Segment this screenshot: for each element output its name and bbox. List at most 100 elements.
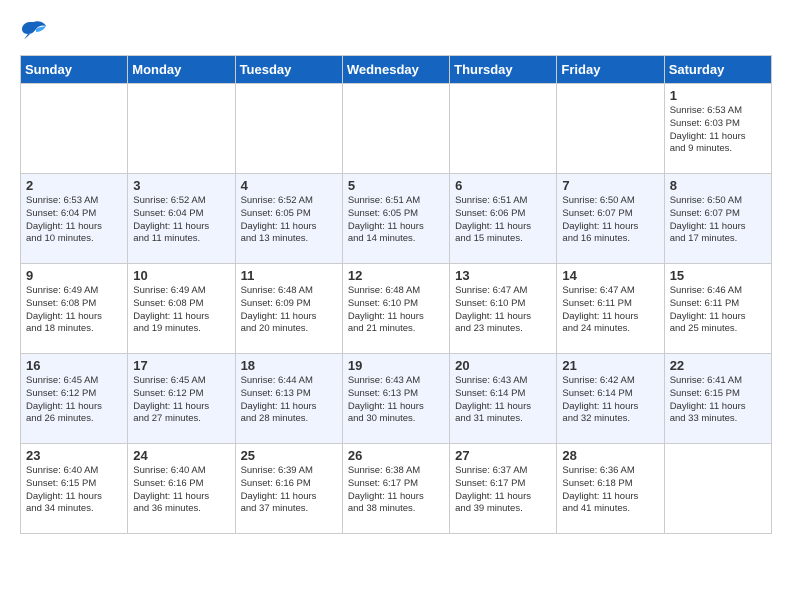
- calendar-cell: 14Sunrise: 6:47 AM Sunset: 6:11 PM Dayli…: [557, 264, 664, 354]
- cell-info: Sunrise: 6:49 AM Sunset: 6:08 PM Dayligh…: [133, 285, 229, 336]
- calendar-cell: 5 Sunrise: 6:51 AM Sunset: 6:05 PM Daylig…: [342, 174, 449, 264]
- day-number: 12: [348, 268, 444, 283]
- day-number: 25: [241, 448, 337, 463]
- day-number: 6: [455, 178, 551, 193]
- calendar-cell: 28 Sunrise: 6:36 AM Sunset: 6:18 PM Dayli…: [557, 444, 664, 534]
- day-number: 18: [241, 358, 337, 373]
- day-number: 11: [241, 268, 337, 283]
- calendar-cell: 7 Sunrise: 6:50 AM Sunset: 6:07 PM Daylig…: [557, 174, 664, 264]
- calendar-week-4: 16 Sunrise: 6:45 AM Sunset: 6:12 PM Dayli…: [21, 354, 772, 444]
- calendar-cell: 21 Sunrise: 6:42 AM Sunset: 6:14 PM Dayli…: [557, 354, 664, 444]
- day-number: 26: [348, 448, 444, 463]
- cell-info: Sunrise: 6:36 AM Sunset: 6:18 PM Dayligh…: [562, 465, 658, 516]
- calendar-cell: 25 Sunrise: 6:39 AM Sunset: 6:16 PM Dayli…: [235, 444, 342, 534]
- day-number: 14: [562, 268, 658, 283]
- calendar-cell: 19 Sunrise: 6:43 AM Sunset: 6:13 PM Dayli…: [342, 354, 449, 444]
- cell-info: Sunrise: 6:48 AM Sunset: 6:09 PM Dayligh…: [241, 285, 337, 336]
- cell-info: Sunrise: 6:42 AM Sunset: 6:14 PM Dayligh…: [562, 375, 658, 426]
- calendar-week-5: 23 Sunrise: 6:40 AM Sunset: 6:15 PM Dayli…: [21, 444, 772, 534]
- cell-info: Sunrise: 6:40 AM Sunset: 6:16 PM Dayligh…: [133, 465, 229, 516]
- page-header: [20, 20, 772, 45]
- day-number: 24: [133, 448, 229, 463]
- calendar-cell: [21, 84, 128, 174]
- logo: [20, 20, 52, 45]
- calendar-cell: [128, 84, 235, 174]
- cell-info: Sunrise: 6:49 AM Sunset: 6:08 PM Dayligh…: [26, 285, 122, 336]
- cell-info: Sunrise: 6:47 AM Sunset: 6:10 PM Dayligh…: [455, 285, 551, 336]
- cell-info: Sunrise: 6:52 AM Sunset: 6:05 PM Dayligh…: [241, 195, 337, 246]
- calendar-body: 1 Sunrise: 6:53 AM Sunset: 6:03 PM Daylig…: [21, 84, 772, 534]
- cell-info: Sunrise: 6:50 AM Sunset: 6:07 PM Dayligh…: [670, 195, 766, 246]
- cell-info: Sunrise: 6:45 AM Sunset: 6:12 PM Dayligh…: [133, 375, 229, 426]
- calendar-cell: 9Sunrise: 6:49 AM Sunset: 6:08 PM Daylig…: [21, 264, 128, 354]
- days-header-row: SundayMondayTuesdayWednesdayThursdayFrid…: [21, 56, 772, 84]
- calendar-cell: 4 Sunrise: 6:52 AM Sunset: 6:05 PM Daylig…: [235, 174, 342, 264]
- day-header-thursday: Thursday: [450, 56, 557, 84]
- calendar-cell: [557, 84, 664, 174]
- cell-info: Sunrise: 6:53 AM Sunset: 6:04 PM Dayligh…: [26, 195, 122, 246]
- calendar-week-1: 1 Sunrise: 6:53 AM Sunset: 6:03 PM Daylig…: [21, 84, 772, 174]
- day-number: 22: [670, 358, 766, 373]
- day-number: 20: [455, 358, 551, 373]
- day-number: 5: [348, 178, 444, 193]
- cell-info: Sunrise: 6:53 AM Sunset: 6:03 PM Dayligh…: [670, 105, 766, 156]
- day-header-friday: Friday: [557, 56, 664, 84]
- day-number: 8: [670, 178, 766, 193]
- day-number: 7: [562, 178, 658, 193]
- calendar-cell: 10 Sunrise: 6:49 AM Sunset: 6:08 PM Dayli…: [128, 264, 235, 354]
- calendar-cell: 15 Sunrise: 6:46 AM Sunset: 6:11 PM Dayli…: [664, 264, 771, 354]
- cell-info: Sunrise: 6:39 AM Sunset: 6:16 PM Dayligh…: [241, 465, 337, 516]
- calendar-cell: 11 Sunrise: 6:48 AM Sunset: 6:09 PM Dayli…: [235, 264, 342, 354]
- day-header-sunday: Sunday: [21, 56, 128, 84]
- calendar-cell: 22 Sunrise: 6:41 AM Sunset: 6:15 PM Dayli…: [664, 354, 771, 444]
- day-header-monday: Monday: [128, 56, 235, 84]
- calendar-cell: 24 Sunrise: 6:40 AM Sunset: 6:16 PM Dayli…: [128, 444, 235, 534]
- cell-info: Sunrise: 6:52 AM Sunset: 6:04 PM Dayligh…: [133, 195, 229, 246]
- cell-info: Sunrise: 6:41 AM Sunset: 6:15 PM Dayligh…: [670, 375, 766, 426]
- cell-info: Sunrise: 6:45 AM Sunset: 6:12 PM Dayligh…: [26, 375, 122, 426]
- day-number: 28: [562, 448, 658, 463]
- calendar-cell: [342, 84, 449, 174]
- cell-info: Sunrise: 6:51 AM Sunset: 6:05 PM Dayligh…: [348, 195, 444, 246]
- calendar-cell: 17 Sunrise: 6:45 AM Sunset: 6:12 PM Dayli…: [128, 354, 235, 444]
- calendar-cell: 6 Sunrise: 6:51 AM Sunset: 6:06 PM Daylig…: [450, 174, 557, 264]
- calendar-cell: 26 Sunrise: 6:38 AM Sunset: 6:17 PM Dayli…: [342, 444, 449, 534]
- day-number: 3: [133, 178, 229, 193]
- cell-info: Sunrise: 6:50 AM Sunset: 6:07 PM Dayligh…: [562, 195, 658, 246]
- day-number: 23: [26, 448, 122, 463]
- cell-info: Sunrise: 6:38 AM Sunset: 6:17 PM Dayligh…: [348, 465, 444, 516]
- day-number: 17: [133, 358, 229, 373]
- day-number: 21: [562, 358, 658, 373]
- calendar-cell: 23 Sunrise: 6:40 AM Sunset: 6:15 PM Dayli…: [21, 444, 128, 534]
- day-number: 19: [348, 358, 444, 373]
- cell-info: Sunrise: 6:51 AM Sunset: 6:06 PM Dayligh…: [455, 195, 551, 246]
- calendar-cell: 16 Sunrise: 6:45 AM Sunset: 6:12 PM Dayli…: [21, 354, 128, 444]
- calendar-cell: 20 Sunrise: 6:43 AM Sunset: 6:14 PM Dayli…: [450, 354, 557, 444]
- calendar-table: SundayMondayTuesdayWednesdayThursdayFrid…: [20, 55, 772, 534]
- bird-icon: [20, 20, 48, 40]
- day-header-tuesday: Tuesday: [235, 56, 342, 84]
- calendar-cell: 8 Sunrise: 6:50 AM Sunset: 6:07 PM Daylig…: [664, 174, 771, 264]
- calendar-week-2: 2 Sunrise: 6:53 AM Sunset: 6:04 PM Daylig…: [21, 174, 772, 264]
- calendar-cell: [235, 84, 342, 174]
- cell-info: Sunrise: 6:43 AM Sunset: 6:13 PM Dayligh…: [348, 375, 444, 426]
- cell-info: Sunrise: 6:40 AM Sunset: 6:15 PM Dayligh…: [26, 465, 122, 516]
- calendar-week-3: 9Sunrise: 6:49 AM Sunset: 6:08 PM Daylig…: [21, 264, 772, 354]
- day-number: 13: [455, 268, 551, 283]
- calendar-cell: 12Sunrise: 6:48 AM Sunset: 6:10 PM Dayli…: [342, 264, 449, 354]
- day-number: 10: [133, 268, 229, 283]
- cell-info: Sunrise: 6:43 AM Sunset: 6:14 PM Dayligh…: [455, 375, 551, 426]
- day-number: 16: [26, 358, 122, 373]
- calendar-cell: 1 Sunrise: 6:53 AM Sunset: 6:03 PM Daylig…: [664, 84, 771, 174]
- day-header-saturday: Saturday: [664, 56, 771, 84]
- calendar-cell: [664, 444, 771, 534]
- cell-info: Sunrise: 6:44 AM Sunset: 6:13 PM Dayligh…: [241, 375, 337, 426]
- day-number: 15: [670, 268, 766, 283]
- calendar-cell: 18 Sunrise: 6:44 AM Sunset: 6:13 PM Dayli…: [235, 354, 342, 444]
- day-number: 1: [670, 88, 766, 103]
- calendar-cell: [450, 84, 557, 174]
- day-number: 4: [241, 178, 337, 193]
- day-number: 2: [26, 178, 122, 193]
- day-header-wednesday: Wednesday: [342, 56, 449, 84]
- cell-info: Sunrise: 6:46 AM Sunset: 6:11 PM Dayligh…: [670, 285, 766, 336]
